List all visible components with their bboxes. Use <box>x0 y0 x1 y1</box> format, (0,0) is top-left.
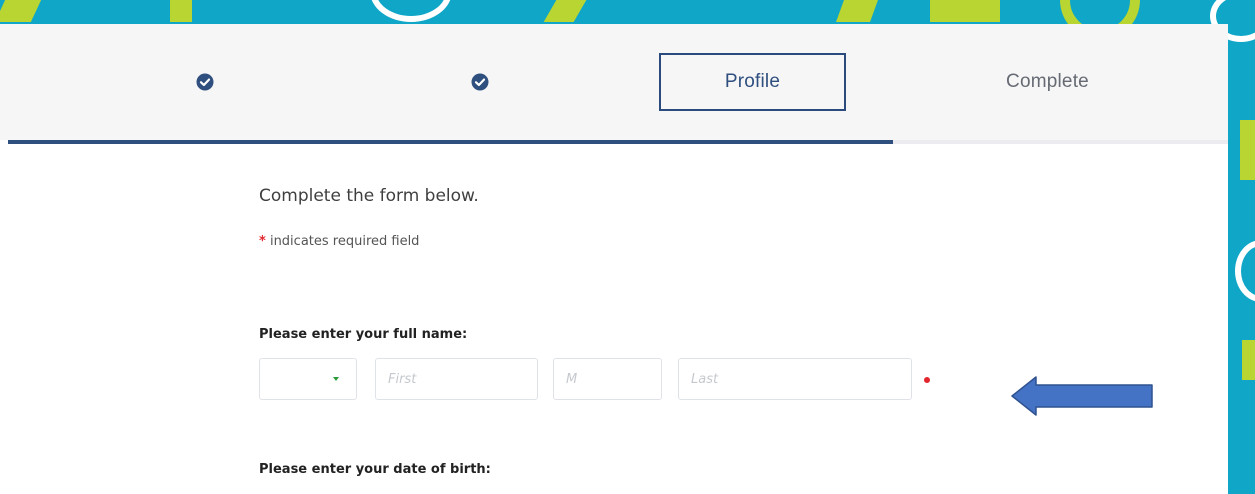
step-label-complete: Complete <box>1006 71 1089 92</box>
background-shape <box>170 0 192 22</box>
background-shape <box>930 0 1000 22</box>
registration-card: Profile Complete <box>0 24 1228 494</box>
background-shape <box>1242 340 1255 380</box>
middle-initial-input[interactable]: M <box>553 358 662 400</box>
background-shape <box>1240 120 1255 180</box>
background-ring <box>370 0 452 22</box>
name-prefix-select[interactable] <box>259 358 357 400</box>
first-name-placeholder: First <box>388 371 417 387</box>
left-arrow-icon <box>1011 376 1153 416</box>
middle-initial-placeholder: M <box>566 371 578 387</box>
required-field-note: * indicates required field <box>259 234 419 249</box>
required-indicator <box>924 377 930 383</box>
step-complete-upcoming[interactable]: Complete <box>960 24 1135 140</box>
last-name-placeholder: Last <box>691 371 719 387</box>
step-label-profile: Profile <box>724 71 781 92</box>
required-note-text: indicates required field <box>269 234 420 249</box>
check-circle-icon <box>471 73 489 91</box>
step-1-completed[interactable] <box>120 24 290 140</box>
step-2-completed[interactable] <box>395 24 565 140</box>
first-name-input[interactable]: First <box>375 358 538 400</box>
dob-label: Please enter your date of birth: <box>259 462 491 477</box>
form-intro: Complete the form below. <box>259 186 479 206</box>
progress-stepper: Profile Complete <box>0 24 1228 140</box>
required-asterisk: * <box>259 234 266 249</box>
background-shape <box>835 0 879 22</box>
background-shape <box>0 0 42 22</box>
background-shape <box>543 0 587 22</box>
chevron-down-icon <box>333 377 339 381</box>
last-name-input[interactable]: Last <box>678 358 912 400</box>
check-circle-icon <box>196 73 214 91</box>
full-name-label: Please enter your full name: <box>259 327 468 342</box>
background-ring <box>1235 240 1255 302</box>
progress-fill <box>8 140 893 144</box>
step-profile-current[interactable]: Profile <box>659 53 846 111</box>
